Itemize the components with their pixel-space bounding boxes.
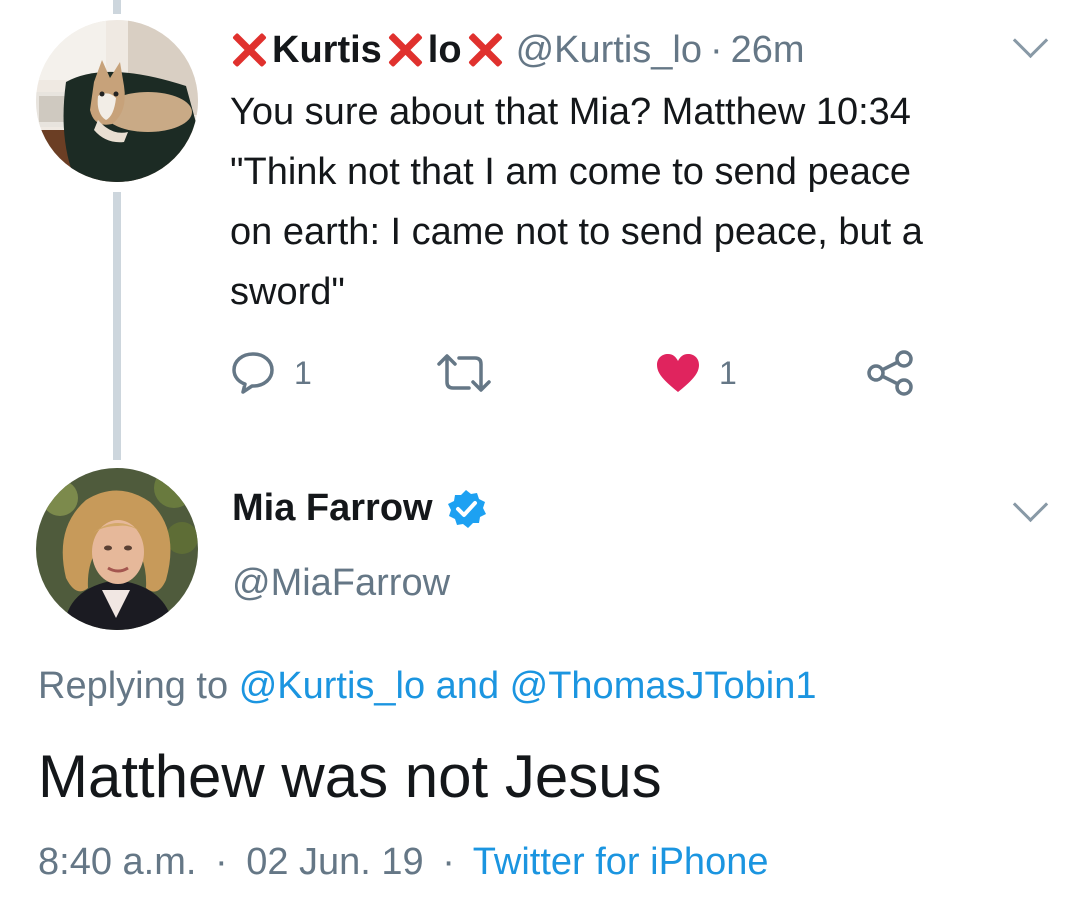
thread-connector-top	[113, 0, 121, 14]
separator-dot: ·	[442, 841, 455, 883]
tweet-timestamp[interactable]: 26m	[731, 29, 805, 72]
mia-farrow-avatar[interactable]	[36, 468, 198, 630]
mention-link[interactable]: @Kurtis_lo	[239, 665, 425, 707]
tweet1-header: Kurtis lo @Kurtis_lo · 26m	[230, 22, 805, 78]
chevron-down-icon[interactable]	[1012, 486, 1049, 523]
cross-mark-icon	[230, 31, 268, 69]
blonde-woman-avatar-icon	[36, 468, 198, 630]
like-count: 1	[719, 354, 737, 391]
user-handle[interactable]: @Kurtis_lo	[516, 29, 702, 72]
cross-mark-icon	[466, 31, 504, 69]
display-name-part[interactable]: Kurtis	[272, 29, 382, 72]
tweet1-actions: 1 1	[230, 345, 930, 401]
replying-and[interactable]: and	[436, 665, 499, 707]
heart-icon	[657, 354, 699, 392]
tweet2-text: Matthew was not Jesus	[38, 743, 662, 810]
display-name[interactable]: Mia Farrow	[232, 487, 487, 530]
reply-icon	[232, 352, 274, 394]
separator-dot: ·	[710, 28, 723, 71]
display-name-part[interactable]: lo	[428, 29, 462, 72]
retweet-button[interactable]	[435, 345, 511, 401]
share-button[interactable]	[866, 345, 916, 401]
chevron-down-icon[interactable]	[1012, 22, 1049, 59]
tweet-source[interactable]: Twitter for iPhone	[473, 841, 769, 883]
verified-badge-icon	[447, 489, 486, 528]
tweet1-text: You sure about that Mia? Matthew 10:34 "…	[230, 91, 923, 313]
reply-count: 1	[294, 354, 312, 391]
thread-connector	[113, 192, 121, 460]
replying-to: Replying to @Kurtis_lo and @ThomasJTobin…	[38, 665, 816, 708]
tweet-meta: 8:40 a.m. · 02 Jun. 19 · Twitter for iPh…	[38, 841, 768, 884]
cross-mark-icon	[386, 31, 424, 69]
tweet-time[interactable]: 8:40 a.m.	[38, 841, 196, 883]
display-name-text[interactable]: Mia Farrow	[232, 487, 433, 530]
kurtis-avatar[interactable]	[36, 20, 198, 182]
reply-button[interactable]: 1	[230, 345, 312, 401]
separator-dot: ·	[214, 841, 228, 883]
retweet-icon	[437, 354, 491, 392]
replying-prefix: Replying to	[38, 665, 229, 707]
share-icon	[867, 350, 913, 396]
tweet-date[interactable]: 02 Jun. 19	[246, 841, 423, 883]
mention-link[interactable]: @ThomasJTobin1	[510, 665, 817, 707]
like-button[interactable]: 1	[655, 345, 737, 401]
husky-dog-avatar-icon	[36, 20, 198, 182]
user-handle[interactable]: @MiaFarrow	[232, 562, 450, 605]
